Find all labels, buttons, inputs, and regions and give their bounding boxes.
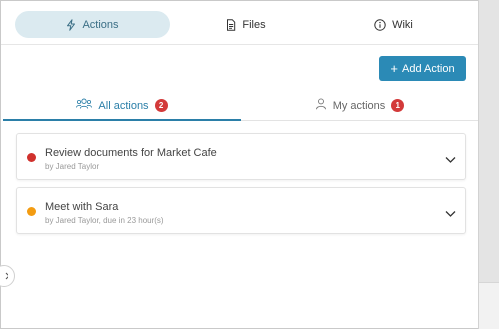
tab-wiki[interactable]: Wiki bbox=[321, 11, 466, 38]
gutter-footer bbox=[479, 282, 499, 329]
info-icon bbox=[374, 18, 386, 31]
tab-wiki-label: Wiki bbox=[392, 18, 413, 31]
plus-icon: + bbox=[390, 61, 398, 76]
status-dot-icon bbox=[27, 153, 36, 162]
action-title: Review documents for Market Cafe bbox=[45, 147, 217, 159]
tab-all-actions-label: All actions bbox=[98, 99, 149, 112]
chevron-right-icon bbox=[0, 267, 10, 285]
action-meta: by Jared Taylor, due in 23 hour(s) bbox=[45, 216, 164, 225]
chevron-down-icon[interactable] bbox=[445, 151, 456, 169]
action-meta: by Jared Taylor bbox=[45, 162, 100, 171]
all-actions-count-badge: 2 bbox=[154, 99, 168, 112]
chevron-down-icon[interactable] bbox=[445, 205, 456, 223]
tab-my-actions-label: My actions bbox=[332, 99, 386, 112]
people-icon bbox=[76, 98, 93, 113]
my-actions-count-badge: 1 bbox=[391, 99, 405, 112]
person-icon bbox=[315, 98, 327, 113]
tab-files-label: Files bbox=[242, 18, 266, 31]
tab-actions-label: Actions bbox=[82, 18, 119, 31]
tab-actions[interactable]: Actions bbox=[15, 11, 170, 38]
top-tab-bar: Actions Files Wiki bbox=[1, 1, 478, 45]
action-filter-tabs: All actions 2 My actions 1 bbox=[3, 91, 478, 121]
action-card[interactable]: Review documents for Market Cafe by Jare… bbox=[16, 133, 466, 180]
tab-my-actions[interactable]: My actions 1 bbox=[241, 91, 478, 120]
actions-panel: Actions Files Wiki + Add Action All acti… bbox=[0, 1, 478, 328]
document-icon bbox=[226, 18, 236, 31]
status-dot-icon bbox=[27, 207, 36, 216]
tab-all-actions[interactable]: All actions 2 bbox=[3, 91, 241, 121]
tab-files[interactable]: Files bbox=[171, 11, 321, 38]
right-gutter bbox=[478, 0, 499, 329]
action-card[interactable]: Meet with Sara by Jared Taylor, due in 2… bbox=[16, 187, 466, 234]
add-action-label: Add Action bbox=[402, 62, 455, 75]
bolt-icon bbox=[66, 18, 76, 31]
action-title: Meet with Sara bbox=[45, 201, 119, 213]
add-action-button[interactable]: + Add Action bbox=[379, 56, 466, 81]
expand-sidebar-handle[interactable] bbox=[0, 265, 15, 287]
